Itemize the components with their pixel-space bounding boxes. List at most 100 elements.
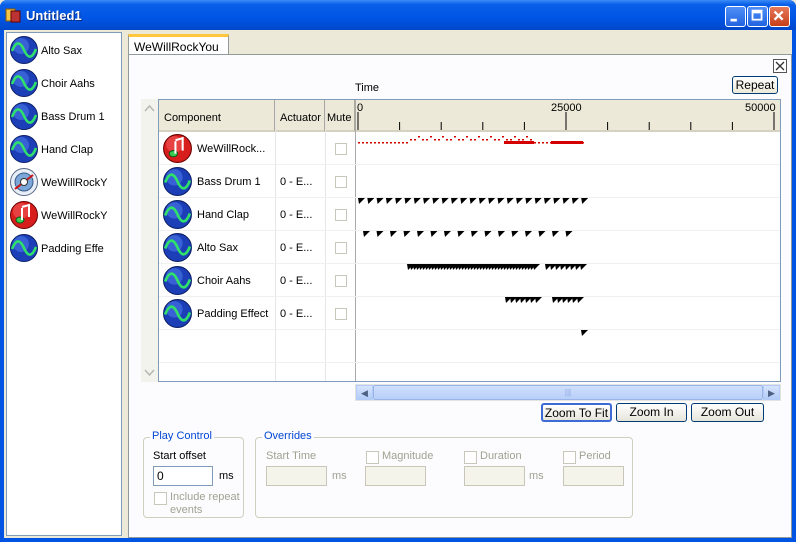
zoom-in-button[interactable]: Zoom In [616, 403, 687, 422]
effects-list-item[interactable]: Hand Clap [7, 134, 121, 166]
period-input[interactable] [563, 466, 624, 486]
actuator-value: 0 - E... [280, 176, 313, 188]
event-marker [470, 139, 472, 141]
close-tab-button[interactable] [773, 59, 787, 73]
event-marker [553, 198, 561, 204]
column-header-mute[interactable]: Mute [325, 100, 355, 132]
timeline-row[interactable]: Choir Aahs 0 - E... [159, 264, 780, 297]
magnitude-checkbox[interactable] [366, 451, 379, 464]
mute-checkbox[interactable] [335, 242, 347, 254]
event-track-svg [363, 231, 573, 237]
event-marker [551, 141, 583, 144]
event-marker [382, 142, 384, 144]
scroll-down-icon[interactable] [144, 369, 155, 377]
main-window: Untitled1 Alto Sax Choir Aahs Bass Drum … [0, 0, 796, 542]
close-window-button[interactable] [769, 6, 790, 27]
event-track[interactable] [356, 297, 780, 330]
start-offset-unit: ms [219, 470, 234, 482]
duration-input[interactable] [464, 466, 525, 486]
play-control-group: Play Control Start offset 0 ms Include r… [143, 430, 244, 518]
scroll-up-icon[interactable] [144, 104, 155, 112]
event-marker [494, 139, 496, 141]
timeline-row[interactable]: Padding Effect 0 - E... [159, 297, 780, 330]
wave-icon [10, 102, 38, 130]
event-marker [534, 142, 536, 144]
zoom-to-fit-button[interactable]: Zoom To Fit [541, 403, 612, 422]
column-header-component[interactable]: Component [159, 100, 275, 132]
include-repeat-checkbox[interactable] [154, 492, 167, 505]
overrides-title: Overrides [262, 430, 314, 442]
mute-checkbox[interactable] [335, 275, 347, 287]
timeline-row[interactable]: Hand Clap 0 - E... [159, 198, 780, 231]
minimize-button[interactable] [725, 6, 746, 27]
event-marker [430, 231, 438, 237]
scrollbar-arrows [144, 104, 155, 377]
event-marker [430, 136, 432, 138]
period-checkbox[interactable] [563, 451, 576, 464]
event-marker [525, 198, 533, 204]
scroll-right-icon[interactable]: ▶ [763, 385, 780, 400]
vertical-scrollbar[interactable] [141, 99, 158, 382]
mute-checkbox[interactable] [335, 308, 347, 320]
effects-list-item[interactable]: Padding Effe [7, 233, 121, 265]
event-marker [534, 198, 542, 204]
window-title: Untitled1 [26, 8, 82, 23]
effects-list-item[interactable]: WeWillRockY [7, 167, 121, 199]
mute-checkbox[interactable] [335, 143, 347, 155]
effects-list-item[interactable]: Bass Drum 1 [7, 101, 121, 133]
music-note-icon [162, 133, 194, 166]
event-marker [478, 198, 486, 204]
wave-icon [10, 69, 38, 97]
event-track[interactable] [356, 198, 780, 231]
wave-icon [10, 135, 38, 163]
actuator-value: 0 - E... [280, 275, 313, 287]
effects-list-item[interactable]: WeWillRockY [7, 200, 121, 232]
event-marker [478, 136, 480, 138]
event-track[interactable] [356, 264, 780, 297]
time-axis-label: Time [355, 82, 380, 94]
event-marker [398, 142, 400, 144]
timeline-row[interactable]: WeWillRock... [159, 132, 780, 165]
duration-checkbox[interactable] [464, 451, 477, 464]
timeline-grid[interactable]: Component Actuator Mute 0 25000 50000 WeWi… [158, 99, 781, 382]
effects-list[interactable]: Alto Sax Choir Aahs Bass Drum 1 Hand Cla… [6, 32, 122, 536]
event-marker [403, 231, 411, 237]
event-track [356, 330, 780, 363]
event-marker [395, 198, 403, 204]
mute-checkbox[interactable] [335, 209, 347, 221]
event-marker [484, 231, 492, 237]
event-track-svg [358, 198, 589, 204]
music-note-icon [9, 200, 39, 230]
start-time-input[interactable] [266, 466, 327, 486]
event-track[interactable] [356, 132, 780, 165]
event-marker [376, 198, 384, 204]
event-track[interactable] [356, 165, 780, 198]
time-ruler[interactable]: 0 25000 50000 [355, 100, 780, 132]
effects-list-item[interactable]: Alto Sax [7, 35, 121, 67]
event-marker [469, 198, 477, 204]
event-track[interactable] [356, 231, 780, 264]
zoom-out-button[interactable]: Zoom Out [691, 403, 764, 422]
magnitude-input[interactable] [365, 466, 426, 486]
maximize-button[interactable] [747, 6, 768, 27]
mute-checkbox[interactable] [335, 176, 347, 188]
mute-cell [325, 231, 355, 264]
scroll-left-icon[interactable]: ◀ [356, 385, 373, 400]
column-header-actuator[interactable]: Actuator [275, 100, 325, 132]
start-offset-input[interactable]: 0 [153, 466, 213, 486]
component-name: Alto Sax [197, 242, 238, 254]
effects-list-item[interactable]: Choir Aahs [7, 68, 121, 100]
timeline-row[interactable]: Alto Sax 0 - E... [159, 231, 780, 264]
title-bar[interactable]: Untitled1 [0, 0, 796, 30]
event-marker [544, 198, 551, 204]
repeat-button[interactable]: Repeat [732, 76, 778, 94]
splitter[interactable] [122, 30, 126, 538]
wave-icon [10, 234, 38, 262]
scroll-thumb[interactable]: ||| [373, 385, 763, 400]
event-marker [482, 139, 484, 141]
tab-wewillrockyou[interactable]: WeWillRockYou [128, 34, 229, 56]
timeline-row[interactable]: Bass Drum 1 0 - E... [159, 165, 780, 198]
event-marker [442, 136, 444, 138]
event-marker [432, 198, 440, 204]
horizontal-scrollbar[interactable]: ◀ ||| ▶ [355, 384, 781, 401]
